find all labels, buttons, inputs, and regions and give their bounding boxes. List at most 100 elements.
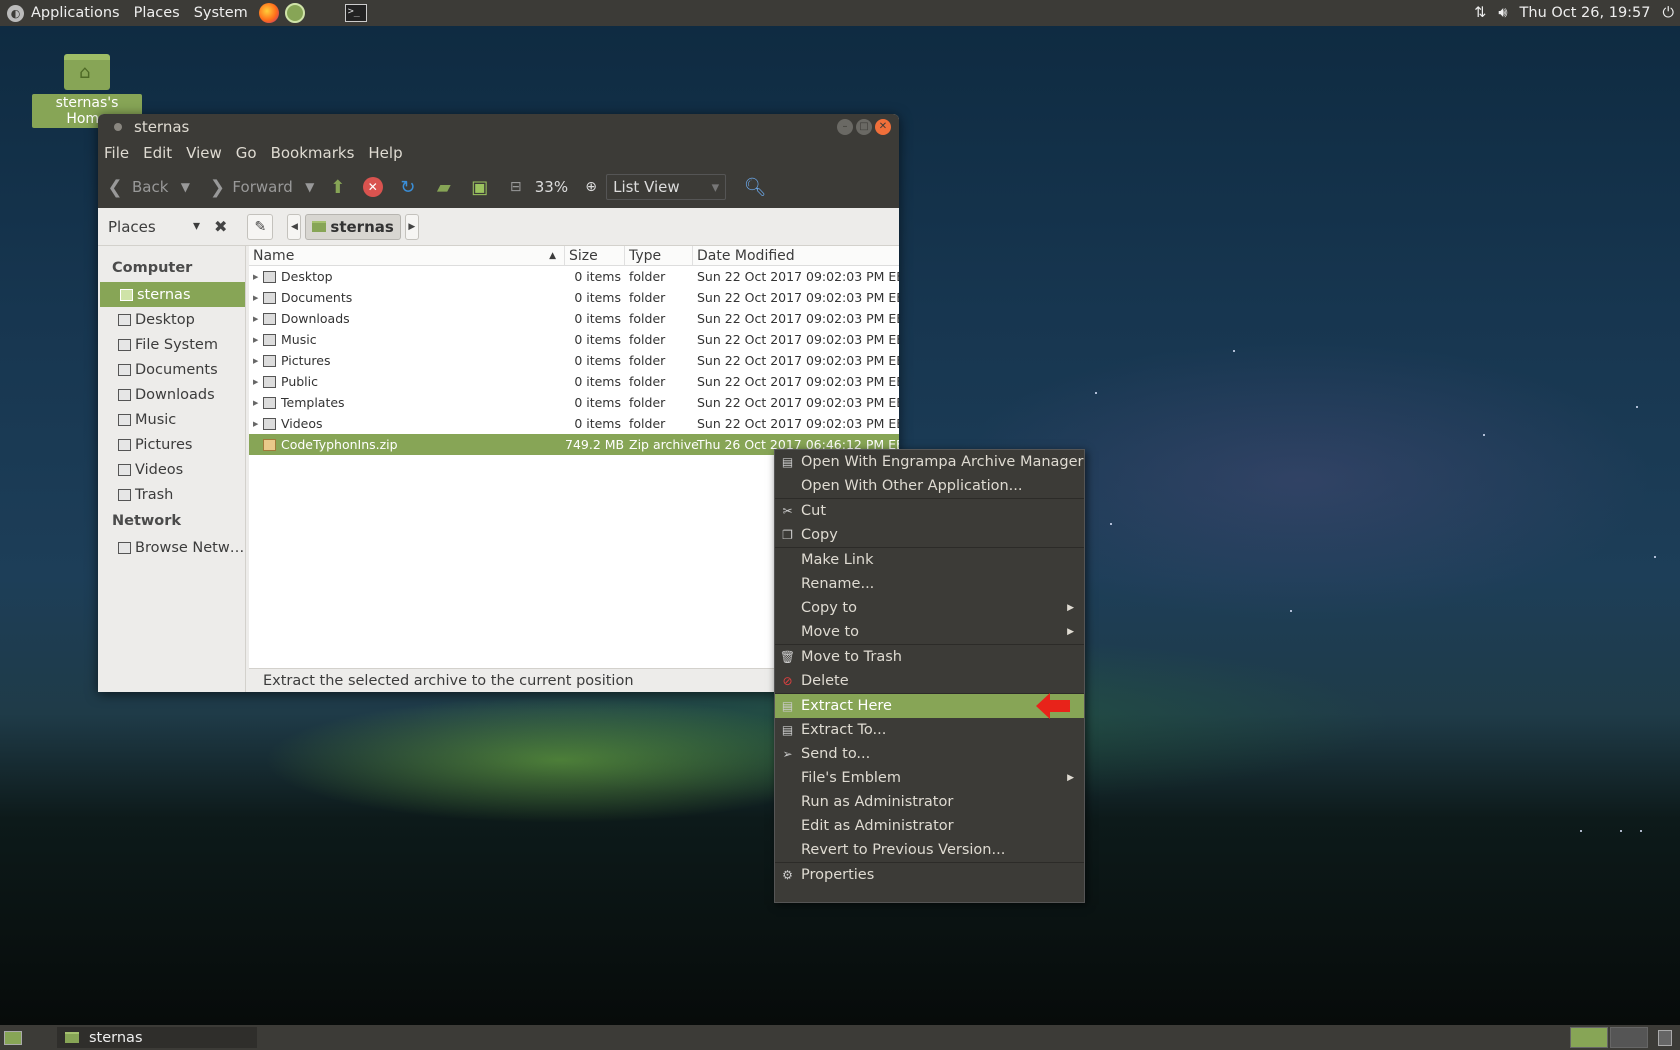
- breadcrumb[interactable]: sternas: [305, 213, 401, 240]
- table-row[interactable]: ▶ Templates 0 items folder Sun 22 Oct 2017 0…: [249, 392, 899, 413]
- distro-logo-icon[interactable]: ◐: [7, 4, 24, 22]
- sidebar-item-videos[interactable]: Videos: [98, 457, 245, 482]
- menu-item-edit-as-admin[interactable]: Edit as Administrator: [775, 814, 1084, 838]
- terminal-icon[interactable]: >_: [344, 4, 367, 22]
- menu-item-make-link[interactable]: Make Link: [775, 548, 1084, 572]
- home-icon[interactable]: ▰: [433, 176, 455, 198]
- expander-icon[interactable]: ▶: [253, 399, 261, 407]
- file-type: Zip archive: [629, 437, 699, 452]
- expander-icon[interactable]: ▶: [253, 420, 261, 428]
- system-menu[interactable]: System: [187, 5, 255, 21]
- firefox-icon[interactable]: [258, 3, 279, 23]
- menu-edit[interactable]: Edit: [136, 144, 179, 162]
- close-button[interactable]: ✕: [875, 119, 891, 135]
- expander-icon[interactable]: ▶: [253, 294, 261, 302]
- back-arrow-icon: ❮: [107, 176, 123, 198]
- workspace-1[interactable]: [1570, 1027, 1608, 1048]
- volume-icon[interactable]: 🔊︎: [1492, 5, 1513, 21]
- back-label: Back: [132, 178, 169, 196]
- documents-folder-icon: [263, 291, 276, 304]
- back-history-dropdown-icon[interactable]: ▼: [174, 176, 196, 198]
- table-row[interactable]: ▶ Documents 0 items folder Sun 22 Oct 2017 0…: [249, 287, 899, 308]
- maximize-button[interactable]: □: [856, 119, 872, 135]
- crumb-left-button[interactable]: ◀: [287, 213, 302, 240]
- expander-icon[interactable]: ▶: [253, 378, 261, 386]
- menu-item-open-with-other[interactable]: Open With Other Application...: [775, 474, 1084, 498]
- menu-item-delete[interactable]: ⊘ Delete: [775, 669, 1084, 693]
- expander-icon[interactable]: ▶: [253, 336, 261, 344]
- menu-item-send-to[interactable]: ➢ Send to...: [775, 742, 1084, 766]
- up-arrow-icon[interactable]: ⬆: [327, 176, 349, 198]
- expander-icon[interactable]: ▶: [253, 357, 261, 365]
- sidebar-places-select[interactable]: Places: [108, 218, 208, 236]
- expander-icon[interactable]: ▶: [253, 315, 261, 323]
- applications-menu[interactable]: Applications: [24, 5, 127, 21]
- close-sidebar-icon[interactable]: ✖: [214, 217, 227, 236]
- table-row[interactable]: ▶ Downloads 0 items folder Sun 22 Oct 2017 0…: [249, 308, 899, 329]
- sidebar-item-desktop[interactable]: Desktop: [98, 307, 245, 332]
- menu-item-move-to-trash[interactable]: 🗑︎ Move to Trash: [775, 645, 1084, 669]
- sidebar-item-pictures[interactable]: Pictures: [98, 432, 245, 457]
- column-size[interactable]: Size: [565, 246, 625, 265]
- column-type[interactable]: Type: [625, 246, 693, 265]
- menu-item-run-as-admin[interactable]: Run as Administrator: [775, 790, 1084, 814]
- menu-item-rename[interactable]: Rename...: [775, 572, 1084, 596]
- menu-view[interactable]: View: [179, 144, 229, 162]
- sidebar-item-trash[interactable]: Trash: [98, 482, 245, 507]
- menu-item-open-with-engrampa[interactable]: ▤ Open With Engrampa Archive Manager: [775, 450, 1084, 474]
- menu-item-files-emblem[interactable]: File's Emblem ▶: [775, 766, 1084, 790]
- window-menu-icon[interactable]: [114, 123, 122, 131]
- column-date[interactable]: Date Modified: [693, 246, 895, 265]
- back-button[interactable]: ❮ Back: [104, 176, 168, 198]
- view-mode-select[interactable]: List View: [606, 174, 727, 200]
- show-desktop-icon[interactable]: [4, 1030, 22, 1045]
- menu-item-extract-to[interactable]: ▤ Extract To...: [775, 718, 1084, 742]
- menu-item-cut[interactable]: ✂ Cut: [775, 499, 1084, 523]
- menu-file[interactable]: File: [98, 144, 136, 162]
- sidebar-item-file-system[interactable]: File System: [98, 332, 245, 357]
- trash-icon[interactable]: [1658, 1029, 1672, 1046]
- sidebar-item-music[interactable]: Music: [98, 407, 245, 432]
- window-titlebar[interactable]: sternas – □ ✕: [98, 114, 899, 140]
- table-row[interactable]: ▶ Desktop 0 items folder Sun 22 Oct 2017 09:…: [249, 266, 899, 287]
- stop-icon[interactable]: ✕: [362, 177, 383, 197]
- sidebar-item-documents[interactable]: Documents: [98, 357, 245, 382]
- places-menu[interactable]: Places: [127, 5, 187, 21]
- table-row[interactable]: ▶ Music 0 items folder Sun 22 Oct 2017 09:02…: [249, 329, 899, 350]
- menu-item-move-to[interactable]: Move to ▶: [775, 620, 1084, 644]
- table-row[interactable]: ▶ Public 0 items folder Sun 22 Oct 2017 09:0…: [249, 371, 899, 392]
- menu-bookmarks[interactable]: Bookmarks: [264, 144, 362, 162]
- table-row[interactable]: ▶ Videos 0 items folder Sun 22 Oct 2017 09:0…: [249, 413, 899, 434]
- forward-history-dropdown-icon[interactable]: ▼: [299, 176, 321, 198]
- ubuntu-mate-welcome-icon[interactable]: [284, 3, 305, 23]
- sidebar-item-browse-network[interactable]: Browse Netw…: [98, 535, 245, 560]
- zoom-in-icon[interactable]: ⊕: [580, 176, 602, 198]
- menu-item-copy[interactable]: ❐ Copy: [775, 523, 1084, 547]
- menu-item-revert[interactable]: Revert to Previous Version...: [775, 838, 1084, 862]
- search-icon[interactable]: 🔍︎: [744, 176, 767, 198]
- crumb-right-button[interactable]: ▶: [404, 213, 419, 240]
- zoom-out-icon[interactable]: ⊟: [505, 176, 527, 198]
- expander-icon[interactable]: ▶: [253, 273, 261, 281]
- clock[interactable]: Thu Oct 26, 19:57: [1514, 5, 1657, 21]
- file-size: 0 items: [574, 374, 621, 389]
- menu-item-extract-here[interactable]: ▤ Extract Here: [775, 693, 1084, 719]
- reload-icon[interactable]: ↻: [397, 176, 419, 198]
- menu-item-copy-to[interactable]: Copy to ▶: [775, 596, 1084, 620]
- taskbar-window-button[interactable]: sternas: [57, 1027, 257, 1048]
- sidebar-item-downloads[interactable]: Downloads: [98, 382, 245, 407]
- menu-go[interactable]: Go: [229, 144, 264, 162]
- menu-help[interactable]: Help: [361, 144, 409, 162]
- forward-button[interactable]: ❯ Forward: [206, 176, 293, 198]
- menu-item-properties[interactable]: ⚙ Properties: [775, 863, 1084, 887]
- sort-ascending-icon: ▲: [549, 251, 556, 261]
- table-row[interactable]: ▶ Pictures 0 items folder Sun 22 Oct 2017 09…: [249, 350, 899, 371]
- network-icon[interactable]: ⇅: [1468, 5, 1492, 21]
- edit-location-button[interactable]: ✎: [247, 213, 274, 240]
- computer-icon[interactable]: ▣: [469, 176, 491, 198]
- power-icon[interactable]: ⏻: [1657, 5, 1680, 21]
- sidebar-item-sternas[interactable]: sternas: [100, 282, 245, 307]
- workspace-2[interactable]: [1610, 1027, 1648, 1048]
- column-name[interactable]: Name ▲: [249, 246, 565, 265]
- minimize-button[interactable]: –: [837, 119, 853, 135]
